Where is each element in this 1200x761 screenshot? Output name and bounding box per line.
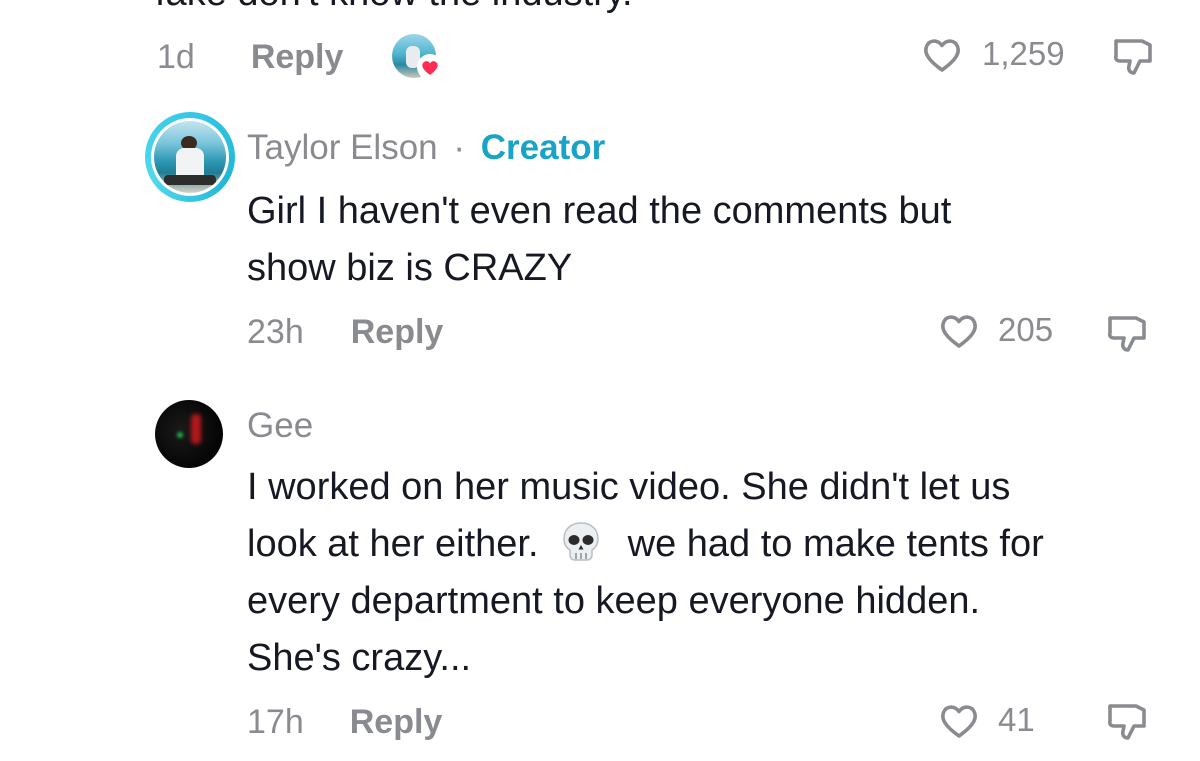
avatar[interactable] [151, 118, 229, 196]
author-name[interactable]: Taylor Elson [247, 128, 438, 167]
avatar[interactable] [155, 400, 223, 468]
comment-time: 1d [157, 38, 195, 76]
comment-line: look at her either. we had to make tents… [247, 516, 1044, 573]
reply-button[interactable]: Reply [351, 313, 444, 352]
reply-button[interactable]: Reply [251, 38, 344, 77]
comments-panel: fake don't know the industry. 1d Reply 1… [0, 0, 1200, 761]
dislike-icon[interactable] [1106, 312, 1150, 356]
comment-segment: we had to make tents for [627, 523, 1044, 565]
comment-meta: 17h Reply [247, 703, 442, 742]
like-group: 205 [937, 310, 1053, 350]
heart-outline-icon[interactable] [937, 310, 981, 350]
comment-segment: look at her either. [247, 523, 539, 565]
comment-text: I worked on her music video. She didn't … [247, 459, 1044, 687]
creator-badge: Creator [480, 128, 606, 167]
comment-author[interactable]: Taylor Elson · Creator [247, 128, 605, 168]
heart-outline-icon[interactable] [920, 34, 964, 74]
creator-heart-badge-icon [417, 54, 443, 80]
like-group: 41 [937, 700, 1035, 740]
like-count: 41 [998, 701, 1035, 738]
heart-outline-icon[interactable] [937, 700, 981, 740]
reply-button[interactable]: Reply [350, 703, 443, 742]
dislike-icon[interactable] [1106, 700, 1150, 744]
comment-time: 23h [247, 313, 304, 351]
comment-line: Girl I haven't even read the comments bu… [247, 190, 952, 232]
comment-line: every department to keep everyone hidden… [247, 580, 981, 622]
comment-meta: 23h Reply [247, 313, 443, 352]
comment-line: I worked on her music video. She didn't … [247, 466, 1011, 508]
dislike-icon[interactable] [1112, 35, 1156, 79]
like-count: 205 [998, 311, 1054, 348]
comment-author[interactable]: Gee [247, 406, 313, 446]
like-count: 1,259 [982, 35, 1065, 72]
comment-time: 17h [247, 703, 304, 741]
previous-comment-text: fake don't know the industry. [155, 0, 633, 15]
skull-emoji [563, 522, 599, 561]
author-name[interactable]: Gee [247, 406, 313, 445]
like-group: 1,259 [920, 34, 1065, 74]
comment-line: She's crazy... [247, 637, 472, 679]
previous-comment-meta: 1d Reply [157, 38, 343, 77]
comment-line: show biz is CRAZY [247, 247, 573, 289]
comment-text: Girl I haven't even read the comments bu… [247, 183, 951, 297]
author-separator: · [453, 128, 466, 167]
